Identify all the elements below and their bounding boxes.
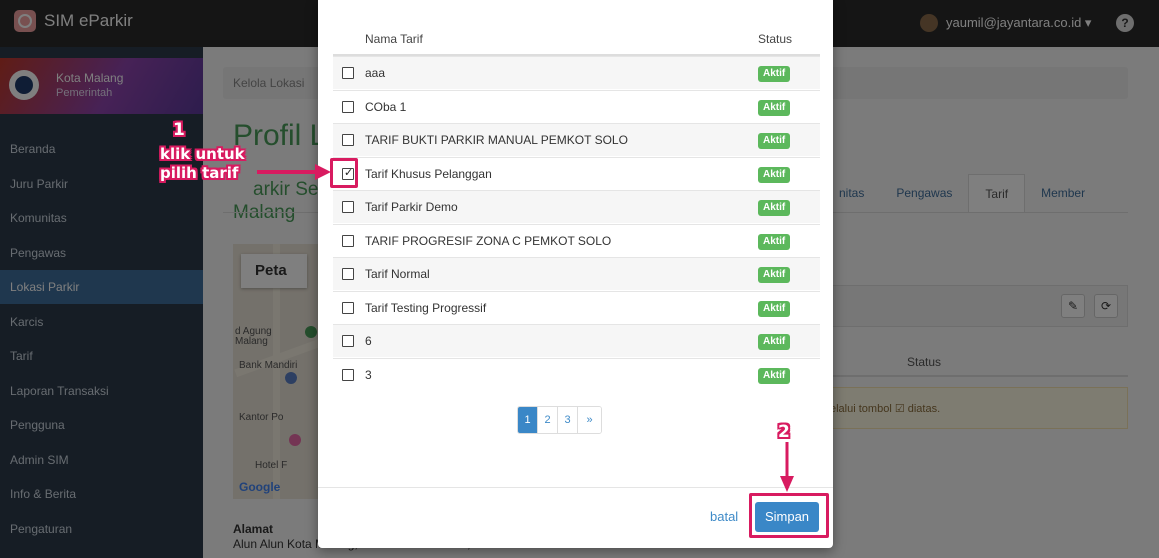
- row-checkbox[interactable]: [342, 234, 354, 247]
- pagination-next[interactable]: »: [578, 407, 601, 433]
- cancel-link[interactable]: batal: [710, 509, 738, 524]
- status-badge: Aktif: [758, 99, 791, 116]
- tarif-name: 3: [365, 367, 372, 382]
- table-row[interactable]: Tarif Testing Progressif Aktif: [333, 290, 820, 324]
- tarif-name: 6: [365, 334, 372, 348]
- select-tarif-modal: Nama Tarif Status aaa Aktif COba 1 Aktif TAR…: [318, 0, 833, 548]
- annotation-step-1-line2: pilih tarif: [160, 164, 239, 182]
- status-badge: Aktif: [758, 66, 791, 82]
- pagination-page[interactable]: 2: [538, 407, 558, 433]
- status-badge: Aktif: [758, 133, 791, 149]
- table-row[interactable]: 6 Aktif: [333, 324, 820, 357]
- table-row[interactable]: TARIF PROGRESIF ZONA C PEMKOT SOLO Aktif: [333, 223, 820, 257]
- pagination: 1 2 3»: [517, 406, 602, 434]
- status-badge: Aktif: [758, 267, 791, 283]
- status-badge: Aktif: [758, 200, 791, 216]
- table-row[interactable]: aaa Aktif: [333, 56, 820, 89]
- modal-footer-divider: [318, 487, 833, 488]
- annotation-step-2: 2: [778, 422, 790, 442]
- row-checkbox[interactable]: [342, 268, 354, 280]
- pagination-page[interactable]: 1: [518, 407, 538, 433]
- tarif-name: Tarif Parkir Demo: [365, 200, 458, 214]
- table-header: Nama Tarif Status: [333, 22, 820, 56]
- tarif-name: TARIF PROGRESIF ZONA C PEMKOT SOLO: [365, 233, 612, 248]
- tarif-name: TARIF BUKTI PARKIR MANUAL PEMKOT SOLO: [365, 133, 628, 147]
- row-checkbox[interactable]: [342, 134, 354, 146]
- status-badge: Aktif: [758, 233, 791, 250]
- annotation-arrow-right-icon: [257, 164, 331, 180]
- tarif-name: Tarif Normal: [365, 267, 430, 281]
- status-badge: Aktif: [758, 166, 791, 183]
- annotation-step-1: 1: [173, 120, 185, 140]
- pagination-page[interactable]: 3: [558, 407, 578, 433]
- table-row[interactable]: Tarif Normal Aktif: [333, 257, 820, 290]
- annotation-arrow-down-icon: [780, 442, 794, 492]
- table-row[interactable]: TARIF BUKTI PARKIR MANUAL PEMKOT SOLO Akt…: [333, 123, 820, 156]
- row-checkbox[interactable]: [342, 368, 354, 381]
- column-nama-tarif: Nama Tarif: [365, 32, 423, 46]
- annotation-step-1-line1: klik untuk: [160, 145, 245, 163]
- table-row[interactable]: COba 1 Aktif: [333, 89, 820, 123]
- row-checkbox[interactable]: [342, 67, 354, 79]
- table-row[interactable]: 3 Aktif: [333, 357, 820, 391]
- row-checkbox[interactable]: [342, 335, 354, 347]
- annotation-highlight-save: [749, 493, 829, 538]
- row-checkbox[interactable]: [342, 201, 354, 213]
- column-status: Status: [758, 32, 793, 46]
- table-row[interactable]: Tarif Parkir Demo Aktif: [333, 190, 820, 223]
- tarif-name: Tarif Khusus Pelanggan: [365, 166, 492, 181]
- tarif-name: Tarif Testing Progressif: [365, 300, 487, 315]
- status-badge: Aktif: [758, 367, 791, 384]
- table-row[interactable]: Tarif Khusus Pelanggan Aktif: [333, 156, 820, 190]
- status-badge: Aktif: [758, 300, 791, 317]
- row-checkbox[interactable]: [342, 100, 354, 113]
- tarif-name: COba 1: [365, 99, 407, 114]
- row-checkbox[interactable]: [342, 301, 354, 314]
- tarif-name: aaa: [365, 66, 386, 80]
- status-badge: Aktif: [758, 334, 791, 350]
